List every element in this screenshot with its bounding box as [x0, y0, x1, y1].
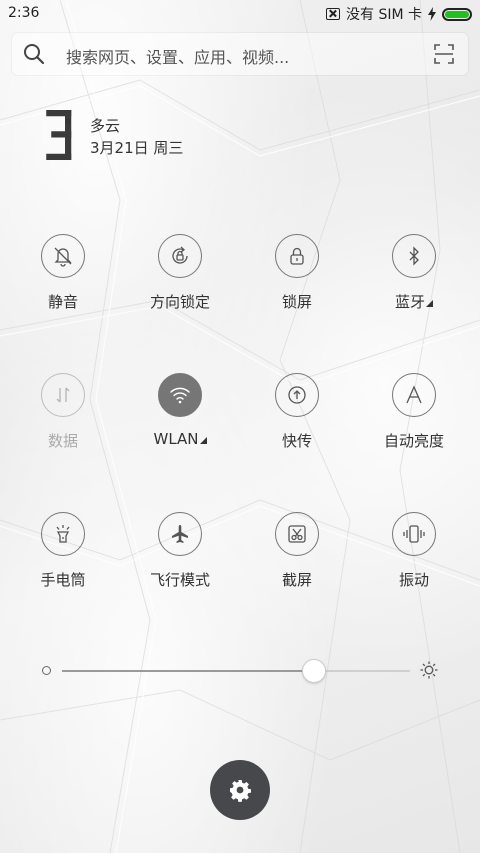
- degree-symbol: °: [64, 116, 72, 135]
- toggle-wlan[interactable]: WLAN: [131, 373, 231, 483]
- charging-icon: [428, 7, 436, 21]
- toggle-rotation-lock[interactable]: 方向锁定: [131, 234, 231, 344]
- bluetooth-icon: [409, 246, 419, 266]
- toggle-bluetooth-button[interactable]: [392, 234, 436, 278]
- weather-date: 3月21日 周三: [90, 139, 184, 157]
- bell-mute-icon: [54, 247, 72, 267]
- no-sim-icon: [326, 8, 340, 20]
- status-time: 2:36: [8, 5, 40, 21]
- toggle-bluetooth[interactable]: 蓝牙: [365, 234, 465, 344]
- wifi-icon: [170, 387, 190, 404]
- temperature-digit: [46, 110, 72, 160]
- toggle-airplane-label: 飞行模式: [149, 571, 210, 589]
- toggle-flashlight[interactable]: 手电筒: [14, 512, 114, 622]
- gear-icon: [230, 780, 251, 802]
- lock-icon: [290, 247, 304, 265]
- toggle-quick-share-label: 快传: [281, 432, 312, 450]
- toggle-airplane[interactable]: 飞行模式: [131, 512, 231, 622]
- menu-triangle-icon: [426, 300, 433, 307]
- toggle-vibrate-button[interactable]: [392, 512, 436, 556]
- toggle-mute[interactable]: 静音: [14, 234, 114, 344]
- rotation-lock-icon: [172, 246, 188, 264]
- toggle-bluetooth-label: 蓝牙: [365, 291, 463, 312]
- auto-brightness-icon: [406, 385, 422, 404]
- toggle-vibrate[interactable]: 振动: [365, 512, 465, 622]
- brightness-track[interactable]: [62, 659, 410, 683]
- toggle-wlan-button[interactable]: [158, 373, 202, 417]
- toggle-screenshot-label: 截屏: [281, 571, 312, 589]
- search-placeholder: 搜索网页、设置、应用、视频...: [66, 48, 290, 67]
- toggle-screenshot[interactable]: 截屏: [248, 512, 348, 622]
- toggle-airplane-button[interactable]: [158, 512, 202, 556]
- toggle-lock-screen[interactable]: 锁屏: [248, 234, 348, 344]
- brightness-low-icon: [42, 666, 51, 675]
- toggle-flashlight-button[interactable]: [41, 512, 85, 556]
- toggle-quick-share-button[interactable]: [275, 373, 319, 417]
- brightness-fill: [62, 670, 313, 672]
- brightness-high-icon: [420, 661, 438, 679]
- airplane-icon: [172, 525, 188, 543]
- weather-condition: 多云: [90, 117, 121, 135]
- scan-icon[interactable]: [434, 44, 454, 64]
- settings-button[interactable]: [210, 760, 270, 820]
- toggle-vibrate-label: 振动: [398, 571, 429, 589]
- toggle-mobile-data-button[interactable]: [41, 373, 85, 417]
- mobile-data-icon: [56, 387, 70, 403]
- toggle-wlan-label: WLAN: [131, 430, 229, 448]
- toggle-rotation-lock-button[interactable]: [158, 234, 202, 278]
- toggle-screenshot-button[interactable]: [275, 512, 319, 556]
- brightness-thumb[interactable]: [301, 659, 326, 683]
- status-bar: 2:36 没有 SIM 卡: [0, 0, 480, 28]
- toggle-rotation-lock-label: 方向锁定: [149, 293, 210, 311]
- flashlight-icon: [56, 525, 70, 543]
- toggle-auto-brightness-label: 自动亮度: [383, 432, 444, 450]
- toggle-mute-button[interactable]: [41, 234, 85, 278]
- sim-status: 没有 SIM 卡: [346, 7, 422, 23]
- toggle-auto-brightness[interactable]: 自动亮度: [365, 373, 465, 483]
- vibrate-icon: [403, 525, 425, 543]
- screenshot-icon: [288, 525, 306, 543]
- search-bar[interactable]: 搜索网页、设置、应用、视频...: [12, 33, 468, 75]
- battery-icon: [442, 7, 472, 21]
- toggle-lock-screen-label: 锁屏: [281, 293, 312, 311]
- menu-triangle-icon: [199, 437, 207, 444]
- quick-share-icon: [288, 386, 306, 404]
- toggle-quick-share[interactable]: 快传: [248, 373, 348, 483]
- toggle-lock-screen-button[interactable]: [275, 234, 319, 278]
- brightness-slider[interactable]: [40, 658, 440, 684]
- search-icon: [24, 44, 45, 65]
- toggle-flashlight-label: 手电筒: [40, 571, 86, 589]
- toggle-mobile-data[interactable]: 数据: [14, 373, 114, 483]
- toggle-mobile-data-label: 数据: [47, 432, 78, 450]
- toggle-mute-label: 静音: [47, 293, 78, 311]
- toggle-auto-brightness-button[interactable]: [392, 373, 436, 417]
